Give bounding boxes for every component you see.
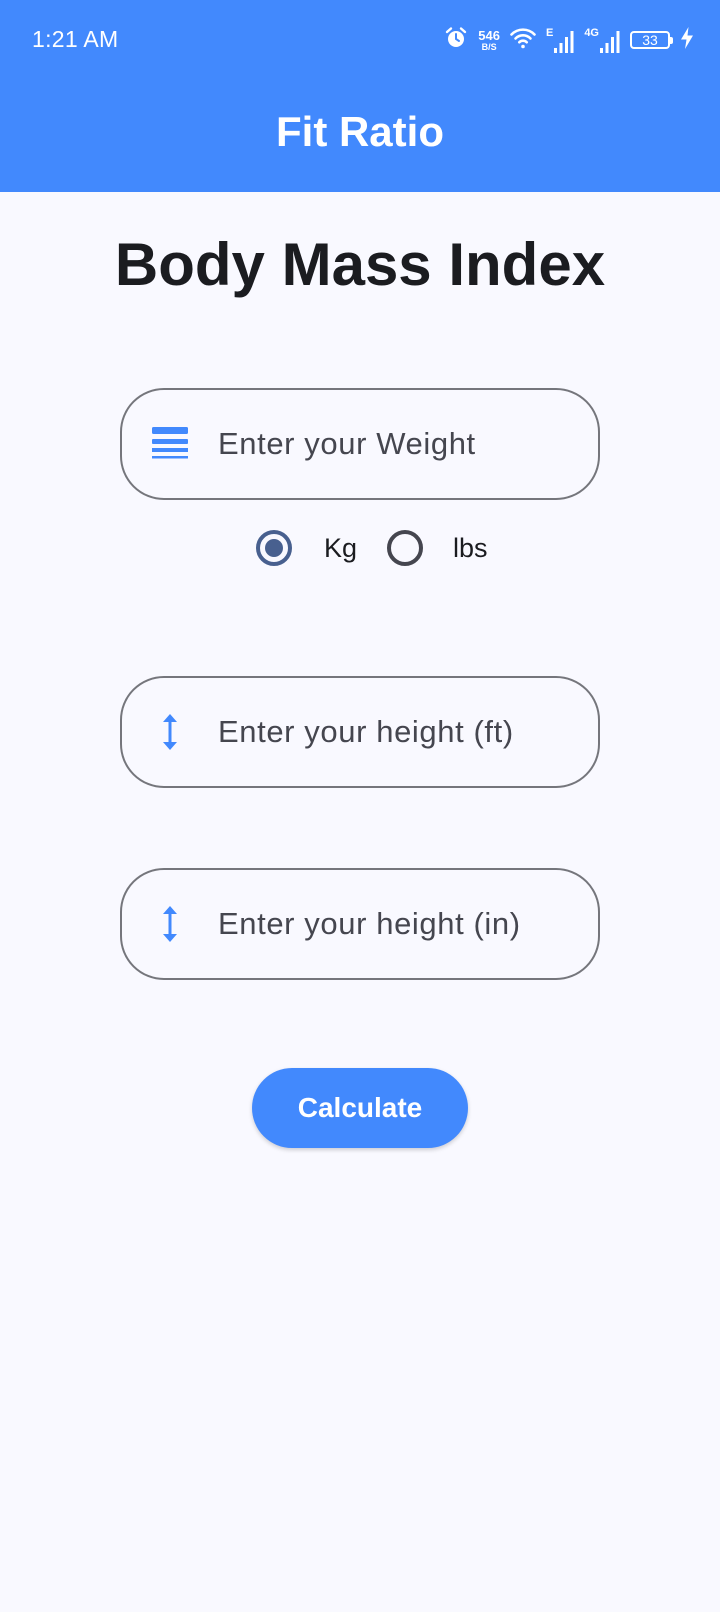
status-time: 1:21 AM <box>32 26 119 52</box>
signal-2-label: 4G <box>584 27 599 39</box>
height-ft-input-placeholder: Enter your height (ft) <box>218 714 514 749</box>
radio-selected-dot <box>265 539 283 557</box>
battery-level: 33 <box>642 32 658 48</box>
alarm-icon <box>444 26 468 55</box>
calculate-button[interactable]: Calculate <box>252 1068 468 1148</box>
battery-icon: 33 <box>630 31 673 49</box>
height-in-input[interactable]: Enter your height (in) <box>120 868 600 980</box>
signal-bars-icon <box>554 31 574 53</box>
weight-input-placeholder: Enter your Weight <box>218 426 476 461</box>
height-ft-input[interactable]: Enter your height (ft) <box>120 676 600 788</box>
network-speed-value: 546 <box>478 27 500 43</box>
lbs-radio-button[interactable] <box>387 530 424 566</box>
charging-icon <box>680 26 694 54</box>
signal-bars-icon <box>600 31 620 53</box>
vertical-resize-icon <box>150 904 190 944</box>
scale-lines-icon <box>150 424 190 464</box>
kg-radio-label[interactable]: Kg <box>324 533 357 564</box>
app-title: Fit Ratio <box>276 108 444 155</box>
kg-radio-button[interactable] <box>256 530 292 566</box>
network-speed: 546 B/S <box>478 29 500 52</box>
vertical-resize-icon <box>150 712 190 752</box>
signal-1-label: E <box>545 27 554 39</box>
mobile-signal-1: E <box>546 27 574 53</box>
network-speed-unit: B/S <box>481 41 497 52</box>
lbs-radio-label[interactable]: lbs <box>453 533 488 564</box>
wifi-icon <box>510 27 536 54</box>
weight-unit-radio-group: Kg lbs <box>256 528 488 568</box>
status-bar: 1:21 AM 546 B/S E 4G 33 <box>0 0 720 80</box>
status-icons: 546 B/S E 4G 33 <box>444 24 694 56</box>
page-title: Body Mass Index <box>114 231 606 298</box>
height-in-input-placeholder: Enter your height (in) <box>218 906 521 941</box>
mobile-signal-2: 4G <box>584 27 620 53</box>
weight-input[interactable]: Enter your Weight <box>120 388 600 500</box>
